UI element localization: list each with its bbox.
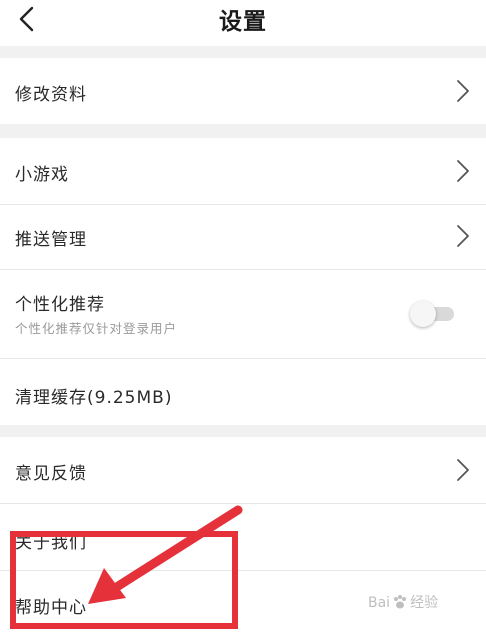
settings-row-label: 推送管理 (15, 230, 87, 250)
section-gap (0, 124, 486, 138)
settings-row-mini-games[interactable]: 小游戏 (0, 138, 486, 204)
personalized-recommendation-toggle[interactable] (410, 301, 456, 327)
settings-row-feedback[interactable]: 意见反馈 (0, 437, 486, 503)
settings-row-label: 意见反馈 (15, 464, 87, 484)
settings-row-personalized-recommendation: 个性化推荐 个性化推荐仅针对登录用户 (0, 270, 486, 358)
chevron-right-icon (456, 458, 470, 482)
settings-row-label: 关于我们 (15, 533, 87, 553)
baidu-paw-icon (394, 595, 407, 609)
baidu-watermark: Bai 经验 (368, 592, 438, 612)
settings-row-sublabel: 个性化推荐仅针对登录用户 (15, 321, 178, 336)
section-gap (0, 425, 486, 437)
section-gap (0, 46, 486, 58)
chevron-right-icon (456, 224, 470, 248)
settings-row-label: 帮助中心 (15, 598, 87, 618)
watermark-text-right: 经验 (410, 595, 439, 611)
settings-row-push-management[interactable]: 推送管理 (0, 205, 486, 269)
settings-row-label: 清理缓存(9.25MB) (15, 388, 173, 408)
page-title: 设置 (219, 9, 267, 35)
settings-row-label: 个性化推荐 (15, 295, 105, 315)
chevron-right-icon (456, 159, 470, 183)
watermark-text-left: Bai (368, 595, 391, 611)
settings-row-label: 小游戏 (15, 165, 69, 185)
settings-row-edit-profile[interactable]: 修改资料 (0, 58, 486, 124)
settings-row-clear-cache[interactable]: 清理缓存(9.25MB) (0, 359, 486, 425)
toggle-knob (410, 301, 436, 327)
settings-row-about-us[interactable]: 关于我们 (0, 504, 486, 570)
top-bar: 设置 (0, 0, 486, 46)
settings-row-label: 修改资料 (15, 85, 87, 105)
chevron-right-icon (456, 79, 470, 103)
